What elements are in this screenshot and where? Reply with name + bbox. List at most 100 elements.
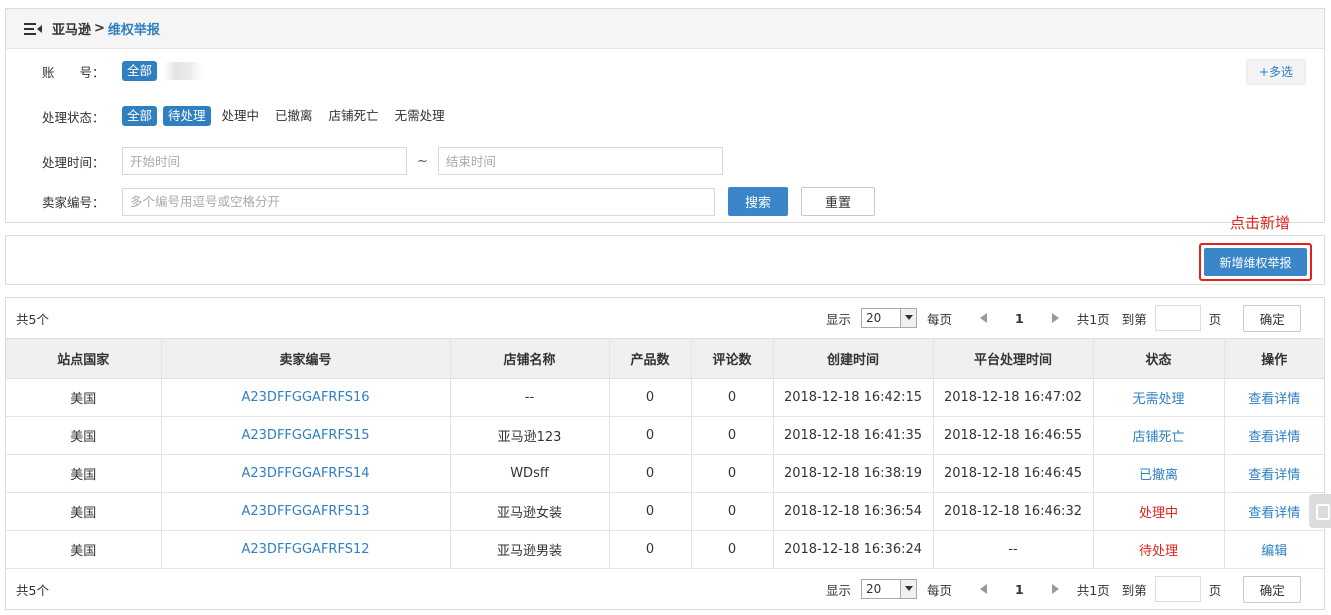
cell-shop: WDsff [449, 454, 610, 493]
cell-country: 美国 [6, 454, 162, 493]
pager-per-page-label: 每页 [927, 582, 953, 598]
col-country: 站点国家 [6, 338, 162, 379]
cell-products: 0 [608, 530, 692, 569]
pager-page-unit: 页 [1208, 311, 1222, 327]
pager-show-label: 显示 [826, 311, 852, 327]
col-review-count: 评论数 [691, 338, 774, 379]
toolbar: 新增维权举报 [5, 235, 1325, 285]
pager-goto-label: 到第 [1121, 311, 1147, 327]
page-size-select[interactable]: 20 [861, 308, 918, 328]
cell-shop: 亚马逊男装 [449, 530, 610, 569]
cell-products: 0 [608, 378, 692, 417]
chevron-down-icon[interactable] [900, 580, 917, 598]
cell-country: 美国 [6, 378, 162, 417]
view-details-link[interactable]: 查看详情 [1223, 454, 1324, 493]
account-filter-row: 账 号： 全部 [6, 61, 204, 81]
cell-created: 2018-12-18 16:38:19 [772, 454, 934, 493]
current-page-number[interactable]: 1 [1015, 311, 1024, 326]
prev-page-icon[interactable] [980, 313, 988, 323]
add-button-highlight: 新增维权举报 [1199, 243, 1312, 281]
cell-seller-link[interactable]: A23DFFGGAFRFS13 [160, 492, 451, 531]
status-option-pending[interactable]: 待处理 [163, 106, 211, 126]
cell-processed: 2018-12-18 16:46:45 [932, 454, 1094, 493]
cell-created: 2018-12-18 16:41:35 [772, 416, 934, 455]
cell-products: 0 [608, 454, 692, 493]
multi-select-button[interactable]: +多选 [1246, 59, 1306, 85]
edit-link[interactable]: 编辑 [1223, 530, 1324, 569]
account-blurred-value[interactable] [163, 62, 204, 80]
reset-button[interactable]: 重置 [801, 187, 875, 216]
goto-confirm-button[interactable]: 确定 [1243, 575, 1302, 603]
cell-country: 美国 [6, 530, 162, 569]
table-row: 美国 A23DFFGGAFRFS16 -- 0 0 2018-12-18 16:… [6, 378, 1324, 417]
breadcrumb-root[interactable]: 亚马逊 [52, 19, 91, 38]
account-label: 账 号： [42, 64, 105, 80]
table-row: 美国 A23DFFGGAFRFS13 亚马逊女装 0 0 2018-12-18 … [6, 492, 1324, 531]
cell-created: 2018-12-18 16:36:54 [772, 492, 934, 531]
status-option-no-action[interactable]: 无需处理 [390, 106, 450, 126]
end-time-input[interactable] [437, 147, 723, 175]
cell-shop: -- [449, 378, 610, 417]
breadcrumb-separator: > [94, 21, 105, 36]
table-row: 美国 A23DFFGGAFRFS12 亚马逊男装 0 0 2018-12-18 … [6, 530, 1324, 569]
cell-processed: 2018-12-18 16:46:32 [932, 492, 1094, 531]
cell-shop: 亚马逊123 [449, 416, 610, 455]
cell-products: 0 [608, 416, 692, 455]
cell-reviews: 0 [690, 416, 774, 455]
status-option-all[interactable]: 全部 [122, 106, 158, 126]
cell-reviews: 0 [690, 378, 774, 417]
seller-id-input[interactable] [122, 187, 715, 216]
status-label: 处理状态： [42, 109, 105, 125]
col-created-time: 创建时间 [773, 338, 934, 379]
cell-status: 已撤离 [1092, 454, 1225, 493]
cell-seller-link[interactable]: A23DFFGGAFRFS15 [160, 416, 451, 455]
status-option-withdrawn[interactable]: 已撤离 [270, 106, 318, 126]
col-seller-id: 卖家编号 [161, 338, 451, 379]
cell-seller-link[interactable]: A23DFFGGAFRFS12 [160, 530, 451, 569]
add-report-button[interactable]: 新增维权举报 [1204, 248, 1307, 276]
goto-page-input[interactable] [1154, 576, 1201, 602]
table-row: 美国 A23DFFGGAFRFS14 WDsff 0 0 2018-12-18 … [6, 454, 1324, 493]
col-actions: 操作 [1224, 338, 1324, 379]
pager-bottom: 共5个 显示 20 每页 1 共1页 到第 页 确定 [6, 569, 1324, 609]
cell-country: 美国 [6, 492, 162, 531]
cell-processed: -- [932, 530, 1094, 569]
account-option-all[interactable]: 全部 [122, 61, 158, 81]
cell-processed: 2018-12-18 16:47:02 [932, 378, 1094, 417]
cell-shop: 亚马逊女装 [449, 492, 610, 531]
cell-created: 2018-12-18 16:36:24 [772, 530, 934, 569]
col-status: 状态 [1093, 338, 1225, 379]
chevron-down-icon[interactable] [900, 309, 917, 327]
time-label: 处理时间： [42, 154, 105, 170]
start-time-input[interactable] [122, 147, 407, 175]
report-table: 站点国家 卖家编号 店铺名称 产品数 评论数 创建时间 平台处理时间 状态 操作… [6, 338, 1324, 569]
goto-confirm-button[interactable]: 确定 [1243, 304, 1302, 332]
pager-total: 共5个 [16, 311, 49, 327]
next-page-icon[interactable] [1051, 313, 1059, 323]
status-option-shop-dead[interactable]: 店铺死亡 [324, 106, 384, 126]
feedback-side-icon[interactable] [1309, 494, 1331, 528]
pager-show-label: 显示 [826, 582, 852, 598]
goto-page-input[interactable] [1154, 305, 1201, 331]
current-page-number[interactable]: 1 [1015, 582, 1024, 597]
breadcrumb-current: 维权举报 [107, 23, 160, 38]
cell-seller-link[interactable]: A23DFFGGAFRFS16 [160, 378, 451, 417]
cell-products: 0 [608, 492, 692, 531]
prev-page-icon[interactable] [980, 584, 988, 594]
seller-filter-row: 卖家编号： 搜索 重置 [6, 187, 875, 216]
cell-country: 美国 [6, 416, 162, 455]
breadcrumb: 亚马逊 > 维权举报 [6, 9, 1324, 49]
pager-page-unit: 页 [1208, 582, 1222, 598]
pager-total-pages: 共1页 [1076, 582, 1110, 598]
view-details-link[interactable]: 查看详情 [1223, 378, 1324, 417]
search-button[interactable]: 搜索 [728, 187, 788, 216]
cell-reviews: 0 [690, 454, 774, 493]
next-page-icon[interactable] [1051, 584, 1059, 594]
col-product-count: 产品数 [609, 338, 692, 379]
status-option-processing[interactable]: 处理中 [217, 106, 265, 126]
view-details-link[interactable]: 查看详情 [1223, 416, 1324, 455]
cell-seller-link[interactable]: A23DFFGGAFRFS14 [160, 454, 451, 493]
page-size-select[interactable]: 20 [861, 579, 918, 599]
menu-collapse-icon[interactable] [24, 22, 42, 36]
pager-total: 共5个 [16, 582, 49, 598]
